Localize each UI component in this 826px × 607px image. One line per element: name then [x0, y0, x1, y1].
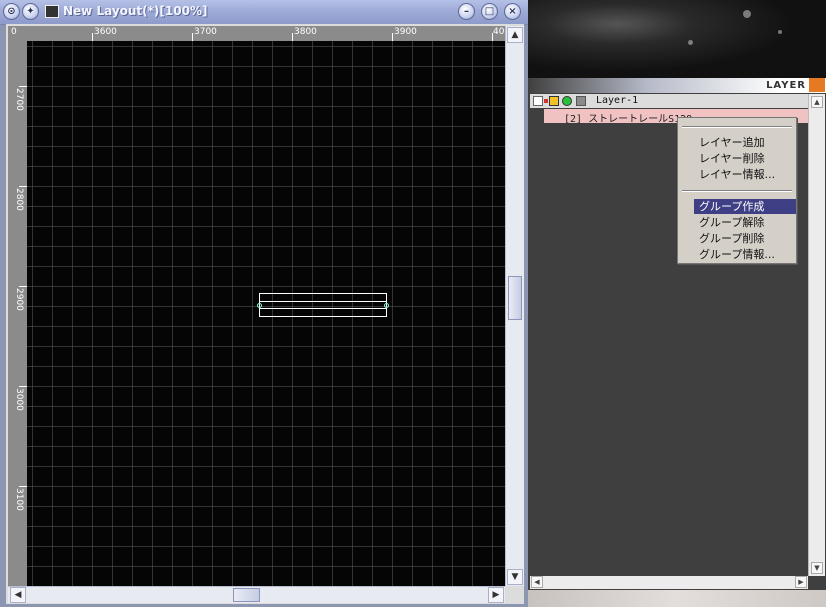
window-menu-icon[interactable]: ⊙	[3, 3, 20, 20]
background-detail	[778, 30, 782, 34]
maximize-button[interactable]: □	[481, 3, 498, 20]
color-swatch-icon[interactable]	[576, 96, 586, 106]
ruler-label: 2800	[14, 188, 24, 211]
layer-row[interactable]: Layer-1	[530, 94, 808, 108]
menu-item-layer-info[interactable]: レイヤー情報...	[694, 167, 796, 182]
ruler-label: 2700	[14, 88, 24, 111]
ruler-label: 3000	[14, 388, 24, 411]
menu-item-add-layer[interactable]: レイヤー追加	[694, 135, 796, 150]
scroll-down-arrow[interactable]: ▼	[811, 562, 823, 574]
scroll-right-arrow[interactable]: ▶	[488, 587, 504, 603]
marker-icon	[544, 99, 548, 103]
ruler-tick	[19, 486, 27, 487]
background-detail	[688, 40, 693, 45]
ruler-tick	[292, 33, 293, 41]
ruler-label: 3700	[194, 27, 217, 37]
document-icon	[45, 5, 59, 18]
scroll-up-arrow[interactable]: ▲	[507, 27, 523, 43]
scroll-left-arrow[interactable]: ◀	[531, 576, 543, 588]
window-title: New Layout(*)[100%]	[63, 4, 208, 18]
ruler-label: 3600	[94, 27, 117, 37]
layer-panel-title: LAYER	[766, 80, 806, 91]
menu-item-ungroup[interactable]: グループ解除	[694, 215, 796, 230]
menu-item-delete-layer[interactable]: レイヤー削除	[694, 151, 796, 166]
horizontal-scrollbar[interactable]: ◀ ▶	[8, 586, 505, 603]
desktop-background	[528, 0, 826, 80]
vertical-scrollbar[interactable]: ▲ ▼	[505, 26, 524, 586]
ruler-tick	[192, 33, 193, 41]
ruler-tick	[19, 86, 27, 87]
rail-line	[260, 308, 386, 309]
layer-panel-header[interactable]: LAYER	[528, 78, 826, 93]
scroll-right-arrow[interactable]: ▶	[795, 576, 807, 588]
ruler-label: 3800	[294, 27, 317, 37]
ruler-label: 2900	[14, 288, 24, 311]
sublayer-name: [2] ストレートレールS128	[564, 114, 693, 125]
layout-canvas[interactable]	[27, 41, 505, 586]
menu-separator	[682, 126, 792, 128]
vertical-ruler: 2700 2800 2900 3000 3100	[8, 41, 27, 586]
layout-window: ⊙ ✦ New Layout(*)[100%] – □ × 0 3600 370…	[0, 0, 528, 607]
rail-line	[260, 301, 386, 302]
ruler-label: 3100	[14, 488, 24, 511]
window-titlebar[interactable]: ⊙ ✦ New Layout(*)[100%] – □ ×	[0, 0, 528, 25]
ruler-tick	[19, 286, 27, 287]
panel-grip-icon[interactable]	[809, 78, 825, 92]
connector-handle[interactable]	[257, 303, 262, 308]
ruler-label: 40	[493, 27, 505, 37]
vertical-scroll-thumb[interactable]	[508, 276, 522, 320]
menu-separator	[682, 190, 792, 192]
status-dot-icon[interactable]	[562, 96, 572, 106]
minimize-button[interactable]: –	[458, 3, 475, 20]
ruler-tick	[92, 33, 93, 41]
ruler-tick	[392, 33, 393, 41]
rail-track-object[interactable]	[257, 293, 389, 317]
horizontal-scroll-thumb[interactable]	[233, 588, 260, 602]
scroll-up-arrow[interactable]: ▲	[811, 96, 823, 108]
layer-name: Layer-1	[596, 95, 639, 106]
desktop-background-bottom	[528, 590, 826, 607]
ruler-tick	[19, 186, 27, 187]
context-menu: レイヤー追加 レイヤー削除 レイヤー情報... グループ作成 グループ解除 グル…	[677, 117, 797, 264]
menu-item-delete-group[interactable]: グループ削除	[694, 231, 796, 246]
horizontal-ruler: 0 3600 3700 3800 3900 40	[8, 26, 505, 41]
layer-horizontal-scrollbar[interactable]: ◀ ▶	[530, 576, 808, 589]
lock-icon[interactable]	[549, 96, 559, 106]
layer-vertical-scrollbar[interactable]: ▲ ▼	[808, 94, 825, 576]
connector-handle[interactable]	[384, 303, 389, 308]
scroll-left-arrow[interactable]: ◀	[10, 587, 26, 603]
visibility-checkbox[interactable]	[533, 96, 543, 106]
ruler-tick	[19, 386, 27, 387]
pin-icon[interactable]: ✦	[22, 3, 39, 20]
background-detail	[743, 10, 751, 18]
menu-item-group-info[interactable]: グループ情報...	[694, 247, 796, 262]
ruler-label: 0	[11, 27, 17, 37]
close-button[interactable]: ×	[504, 3, 521, 20]
menu-item-create-group[interactable]: グループ作成	[694, 199, 796, 214]
ruler-label: 3900	[394, 27, 417, 37]
scroll-down-arrow[interactable]: ▼	[507, 569, 523, 585]
